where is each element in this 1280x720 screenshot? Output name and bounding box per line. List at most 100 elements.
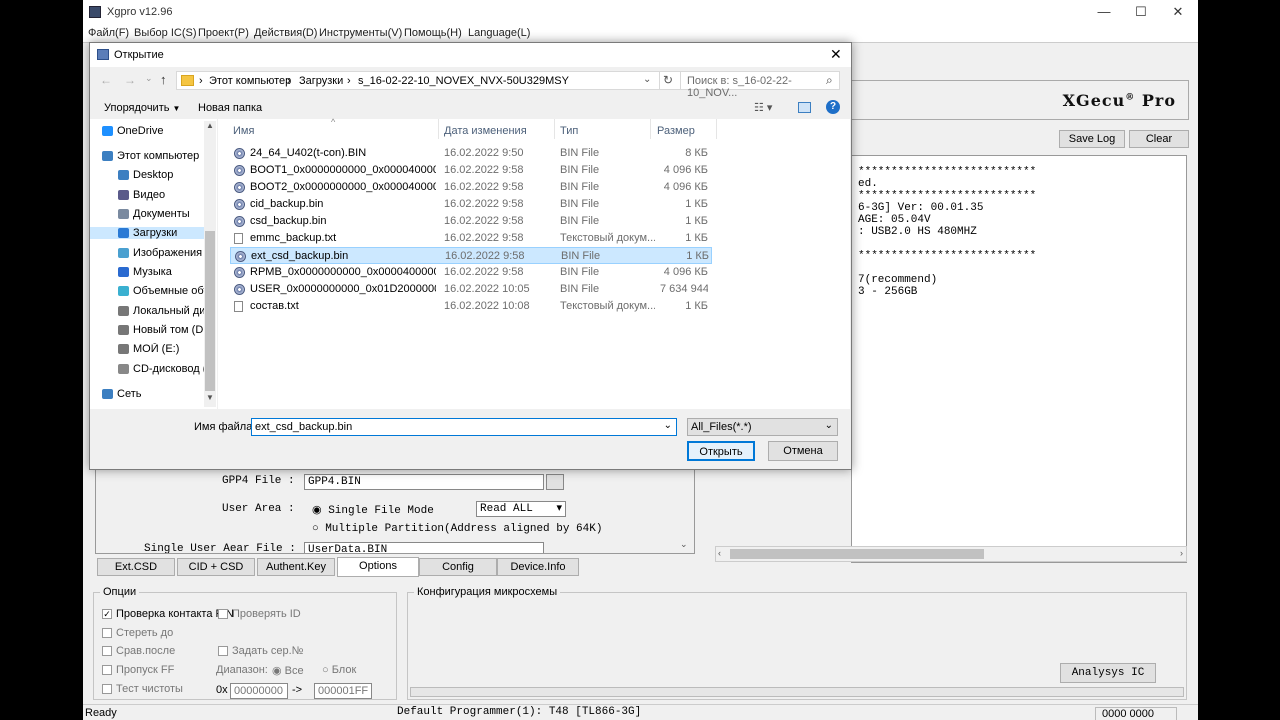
forward-icon[interactable]: →: [124, 73, 136, 87]
menu-help[interactable]: Помощь(H): [404, 27, 462, 39]
file-row[interactable]: ext_csd_backup.bin 16.02.2022 9:58 BIN Fil…: [230, 247, 712, 264]
nav-scrollbar[interactable]: ▲ ▼: [204, 121, 216, 407]
recent-chevron-icon[interactable]: ⌄: [145, 73, 153, 84]
log-panel: *************************** ed. ********…: [851, 155, 1187, 563]
tab-authent-key[interactable]: Authent.Key: [257, 558, 335, 576]
address-bar[interactable]: › Этот компьютер › Загрузки › s_16-02-22…: [176, 71, 753, 90]
read-all-select[interactable]: Read ALL ▾: [476, 501, 566, 517]
verify-after-checkbox[interactable]: Срав.после: [102, 645, 175, 657]
scroll-down-icon[interactable]: ⌄: [680, 539, 688, 550]
horizontal-scrollbar[interactable]: ‹ ›: [715, 546, 1187, 562]
desktop-icon: [118, 170, 129, 181]
check-pin-checkbox[interactable]: ✓ Проверка контакта PIN: [102, 608, 234, 620]
open-button[interactable]: Открыть: [687, 441, 755, 461]
address-dropdown-icon[interactable]: ⌄: [643, 74, 651, 85]
help-icon[interactable]: ?: [826, 100, 840, 114]
menu-tools[interactable]: Инструменты(V): [319, 27, 402, 39]
range-to-input[interactable]: 000001FF: [314, 683, 372, 699]
file-size: 1 КБ: [685, 198, 708, 210]
scroll-thumb[interactable]: [730, 549, 984, 559]
menu-select-ic[interactable]: Выбор IC(S): [134, 27, 197, 39]
file-row[interactable]: csd_backup.bin 16.02.2022 9:58 BIN File 1 К…: [230, 213, 712, 230]
progress-bar: [410, 687, 1184, 697]
range-label: Диапазон:: [216, 664, 268, 676]
chevron-down-icon: ▼: [172, 104, 181, 113]
scroll-down-icon[interactable]: ▼: [206, 393, 214, 402]
tab-cid-csd[interactable]: CID + CSD: [177, 558, 255, 576]
skip-ff-checkbox[interactable]: Пропуск FF: [102, 664, 174, 676]
file-type: Текстовый докум...: [560, 300, 655, 312]
menu-file[interactable]: Файл(F): [88, 27, 129, 39]
maximize-icon[interactable]: ☐: [1124, 2, 1158, 22]
single-user-label: Single User Aear File :: [144, 543, 296, 554]
file-row[interactable]: USER_0x0000000000_0x01D2000000_back... 16…: [230, 281, 712, 298]
scroll-right-icon[interactable]: ›: [1180, 548, 1183, 558]
search-input[interactable]: Поиск в: s_16-02-22-10_NOV... ⌕: [680, 71, 840, 99]
save-log-button[interactable]: Save Log: [1059, 130, 1125, 148]
file-row[interactable]: 24_64_U402(t-con).BIN 16.02.2022 9:50 BIN …: [230, 145, 712, 162]
blank-test-checkbox[interactable]: Тест чистоты: [102, 683, 183, 695]
analysis-ic-button[interactable]: Analysys IC: [1060, 663, 1156, 683]
file-row[interactable]: BOOT1_0x0000000000_0x0000400000_bac... 16…: [230, 162, 712, 179]
cancel-button[interactable]: Отмена: [768, 441, 838, 461]
gpp4-field[interactable]: GPP4.BIN: [304, 474, 544, 490]
organize-button[interactable]: Упорядочить ▼: [104, 102, 180, 114]
scroll-left-icon[interactable]: ‹: [718, 548, 721, 558]
column-name[interactable]: Имя: [233, 125, 254, 137]
menu-language[interactable]: Language(L): [468, 27, 530, 39]
clear-button[interactable]: Clear: [1129, 130, 1189, 148]
nav-item[interactable]: Этот компьютер: [102, 150, 212, 162]
range-from-input[interactable]: 00000000: [230, 683, 288, 699]
scroll-up-icon[interactable]: ▲: [206, 121, 214, 130]
breadcrumb-folder[interactable]: s_16-02-22-10_NOVEX_NVX-50U329MSY: [358, 75, 569, 87]
column-date[interactable]: Дата изменения: [444, 125, 527, 137]
preview-pane-icon[interactable]: [798, 102, 811, 113]
nav-item[interactable]: OneDrive: [102, 125, 212, 137]
window-title: Xgpro v12.96: [107, 6, 173, 18]
nav-item[interactable]: Сеть: [102, 388, 212, 400]
browse-button[interactable]: [546, 474, 564, 490]
file-row[interactable]: emmc_backup.txt 16.02.2022 9:58 Текстовый …: [230, 230, 712, 247]
single-file-mode-radio[interactable]: ◉ Single File Mode: [312, 503, 434, 517]
single-user-field[interactable]: UserData.BIN: [304, 542, 544, 553]
column-type[interactable]: Тип: [560, 125, 578, 137]
erase-before-checkbox[interactable]: Стереть до: [102, 627, 173, 639]
refresh-icon[interactable]: ↻: [663, 73, 673, 87]
file-type-select[interactable]: All_Files(*.*) ⌄: [687, 418, 838, 436]
multiple-partition-radio[interactable]: ○ Multiple Partition(Address aligned by …: [312, 523, 602, 535]
tab-ext-csd[interactable]: Ext.CSD: [97, 558, 175, 576]
column-size[interactable]: Размер: [657, 125, 695, 137]
back-icon[interactable]: ←: [100, 73, 112, 87]
nav-item[interactable]: Загрузки: [90, 227, 204, 239]
view-options-icon[interactable]: ☷ ▾: [754, 101, 772, 114]
range-block-radio[interactable]: ○ Блок: [322, 664, 356, 676]
verify-id-checkbox[interactable]: Проверять ID: [218, 608, 301, 620]
bin-file-icon: [234, 148, 245, 159]
file-date: 16.02.2022 9:58: [444, 198, 524, 210]
scroll-thumb[interactable]: [205, 231, 215, 391]
up-icon[interactable]: ↑: [160, 72, 167, 87]
file-row[interactable]: BOOT2_0x0000000000_0x0000400000_bac... 16…: [230, 179, 712, 196]
chevron-down-icon[interactable]: ⌄: [664, 420, 672, 431]
dialog-close-icon[interactable]: ✕: [830, 46, 842, 63]
search-icon[interactable]: ⌕: [826, 73, 833, 88]
file-row[interactable]: состав.txt 16.02.2022 10:08 Текстовый доку…: [230, 298, 712, 315]
file-row[interactable]: cid_backup.bin 16.02.2022 9:58 BIN File 1 К…: [230, 196, 712, 213]
file-row[interactable]: RPMB_0x0000000000_0x0000400000_back... 16…: [230, 264, 712, 281]
breadcrumb-downloads[interactable]: Загрузки: [299, 75, 343, 87]
new-folder-button[interactable]: Новая папка: [198, 102, 262, 114]
menu-project[interactable]: Проект(P): [198, 27, 249, 39]
menu-actions[interactable]: Действия(D): [254, 27, 317, 39]
minimize-icon[interactable]: —: [1087, 2, 1121, 22]
tab-device-info[interactable]: Device.Info: [497, 558, 579, 576]
close-icon[interactable]: ✕: [1161, 2, 1195, 22]
tab-config[interactable]: Config: [419, 558, 497, 576]
range-all-radio[interactable]: ◉ Все: [272, 664, 304, 677]
images-icon: [118, 248, 129, 259]
set-serial-checkbox[interactable]: Задать сер.№: [218, 645, 303, 657]
breadcrumb-computer[interactable]: Этот компьютер: [209, 75, 291, 87]
filename-input[interactable]: ext_csd_backup.bin ⌄: [251, 418, 677, 436]
tab-options[interactable]: Options: [337, 557, 419, 577]
hex-prefix: 0x: [216, 684, 228, 696]
checkbox-icon: [102, 628, 112, 639]
